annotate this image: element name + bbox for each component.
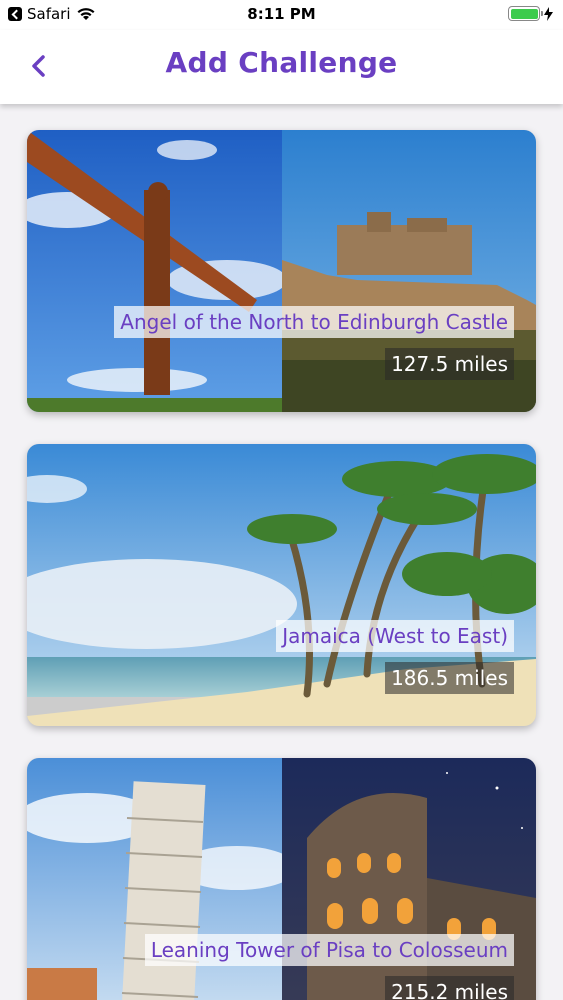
challenge-name: Angel of the North to Edinburgh Castle <box>114 306 514 338</box>
challenge-name: Leaning Tower of Pisa to Colosseum <box>144 934 514 966</box>
status-bar: Safari 8:11 PM <box>0 0 563 30</box>
page-title: Add Challenge <box>165 46 398 79</box>
battery-icon <box>508 6 543 21</box>
challenge-card[interactable]: Jamaica (West to East) 186.5 miles <box>27 444 536 726</box>
challenge-card[interactable]: Angel of the North to Edinburgh Castle 1… <box>27 130 536 412</box>
challenge-distance: 186.5 miles <box>385 662 514 694</box>
nav-header: Add Challenge <box>0 30 563 104</box>
challenge-list[interactable]: Angel of the North to Edinburgh Castle 1… <box>0 104 563 1000</box>
charging-bolt-icon <box>544 6 553 21</box>
challenge-distance: 215.2 miles <box>385 976 514 1000</box>
challenge-card[interactable]: Leaning Tower of Pisa to Colosseum 215.2… <box>27 758 536 1000</box>
clock: 8:11 PM <box>247 5 316 23</box>
challenge-name: Jamaica (West to East) <box>276 620 514 652</box>
challenge-distance: 127.5 miles <box>385 348 514 380</box>
